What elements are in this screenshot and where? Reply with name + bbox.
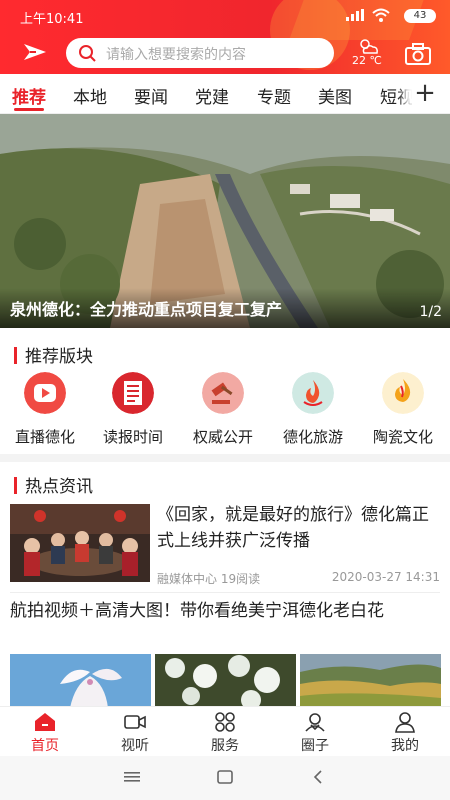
system-navigation-bar: [0, 756, 450, 800]
block-newspaper[interactable]: 读报时间: [88, 372, 178, 447]
news-divider: [10, 592, 440, 593]
nav-home[interactable]: 首页: [0, 711, 90, 755]
block-authority[interactable]: 权威公开: [178, 372, 268, 447]
banner-caption: 泉州德化：全力推动重点项目复工复产: [10, 300, 283, 319]
news-title: 航拍视频＋高清大图！带你看绝美宁洱德化老白花: [10, 601, 384, 621]
nav-profile[interactable]: 我的: [360, 711, 450, 755]
block-authority-label: 权威公开: [192, 428, 253, 446]
app-logo-icon[interactable]: [22, 40, 48, 64]
recommended-title-text: 推荐版块: [25, 347, 93, 367]
tab-short-video[interactable]: 短视: [380, 83, 414, 108]
news-title: 《回家，就是最好的旅行》德化篇正式上线并获广泛传播: [157, 505, 429, 551]
cloudy-sun-icon: [360, 39, 378, 54]
news-image-strip: [10, 654, 441, 708]
block-newspaper-label: 读报时间: [102, 428, 163, 446]
search-bar[interactable]: 请输入想要搜索的内容: [66, 38, 334, 68]
news-image: [155, 654, 296, 708]
weather-widget[interactable]: 22 ℃: [352, 38, 392, 68]
category-tabs: 推荐 本地 要闻 党建 专题 美图 短视 +: [0, 74, 450, 114]
news-item[interactable]: 《回家，就是最好的旅行》德化篇正式上线并获广泛传播 融媒体中心 19阅读 202…: [10, 504, 440, 588]
wifi-icon: [372, 8, 390, 22]
gavel-icon: [202, 372, 244, 414]
block-live-label: 直播德化: [14, 428, 75, 446]
section-accent-bar: [14, 477, 17, 494]
back-icon[interactable]: [312, 770, 324, 784]
camera-icon[interactable]: [404, 42, 432, 66]
active-tab-indicator: [14, 108, 44, 111]
add-tab-icon[interactable]: +: [412, 78, 438, 108]
tab-photos[interactable]: 美图: [318, 83, 352, 108]
nav-service[interactable]: 服务: [180, 711, 270, 755]
nav-community-label: 圈子: [301, 738, 329, 754]
news-thumbnail: [10, 504, 150, 582]
block-ceramic[interactable]: 陶瓷文化: [358, 372, 448, 447]
home-button-icon[interactable]: [217, 770, 233, 784]
weather-temperature: 22 ℃: [352, 54, 382, 67]
news-source: 融媒体中心 19阅读: [157, 572, 261, 586]
tab-recommend[interactable]: 推荐: [12, 83, 46, 108]
nav-community[interactable]: 圈子: [270, 711, 360, 755]
menu-icon[interactable]: [124, 770, 140, 784]
section-separator: [0, 454, 450, 462]
flame-travel-icon: [292, 372, 334, 414]
nav-profile-label: 我的: [391, 738, 419, 754]
recommended-section-title: 推荐版块: [14, 342, 93, 367]
status-bar: 上午10:41 43: [0, 0, 450, 32]
flame-ceramic-icon: [382, 372, 424, 414]
block-live[interactable]: 直播德化: [0, 372, 90, 447]
search-placeholder: 请输入想要搜索的内容: [106, 47, 246, 63]
block-tourism[interactable]: 德化旅游: [268, 372, 358, 447]
community-icon: [305, 713, 325, 732]
news-thumbnail-image: [10, 504, 150, 582]
tab-special[interactable]: 专题: [257, 83, 291, 108]
battery-indicator: 43: [404, 9, 436, 23]
banner-carousel[interactable]: 泉州德化：全力推动重点项目复工复产 1/2: [0, 114, 450, 328]
block-tourism-label: 德化旅游: [282, 428, 343, 446]
news-time: 2020-03-27 14:31: [331, 570, 440, 584]
news-image: [10, 654, 151, 708]
bottom-navigation: 首页 视听 服务 圈子 我的: [0, 706, 450, 756]
nav-home-label: 首页: [31, 738, 59, 754]
newspaper-icon: [112, 372, 154, 414]
banner-pager: 1/2: [419, 304, 442, 320]
video-icon: [124, 715, 146, 729]
signal-icon: [346, 9, 364, 21]
search-icon: [79, 45, 96, 62]
app-header: 上午10:41 43 请输入想要搜索的内容 22 ℃: [0, 0, 450, 74]
hot-section-title: 热点资讯: [14, 472, 93, 497]
news-image: [300, 654, 441, 708]
news-item[interactable]: 航拍视频＋高清大图！带你看绝美宁洱德化老白花: [10, 598, 441, 708]
grid-icon: [215, 712, 235, 732]
nav-video-label: 视听: [121, 738, 149, 754]
recommended-blocks: 直播德化 读报时间 权威公开 德化旅游 陶瓷文化: [0, 372, 450, 447]
user-icon: [395, 712, 415, 733]
hot-title-text: 热点资讯: [25, 477, 93, 497]
tab-party[interactable]: 党建: [195, 83, 229, 108]
block-ceramic-label: 陶瓷文化: [372, 428, 433, 446]
home-icon: [35, 713, 55, 731]
status-time: 上午10:41: [20, 12, 84, 27]
tab-local[interactable]: 本地: [73, 83, 107, 108]
live-play-icon: [24, 372, 66, 414]
section-accent-bar: [14, 347, 17, 364]
tab-headlines[interactable]: 要闻: [134, 83, 168, 108]
nav-service-label: 服务: [211, 738, 239, 754]
nav-video[interactable]: 视听: [90, 711, 180, 755]
